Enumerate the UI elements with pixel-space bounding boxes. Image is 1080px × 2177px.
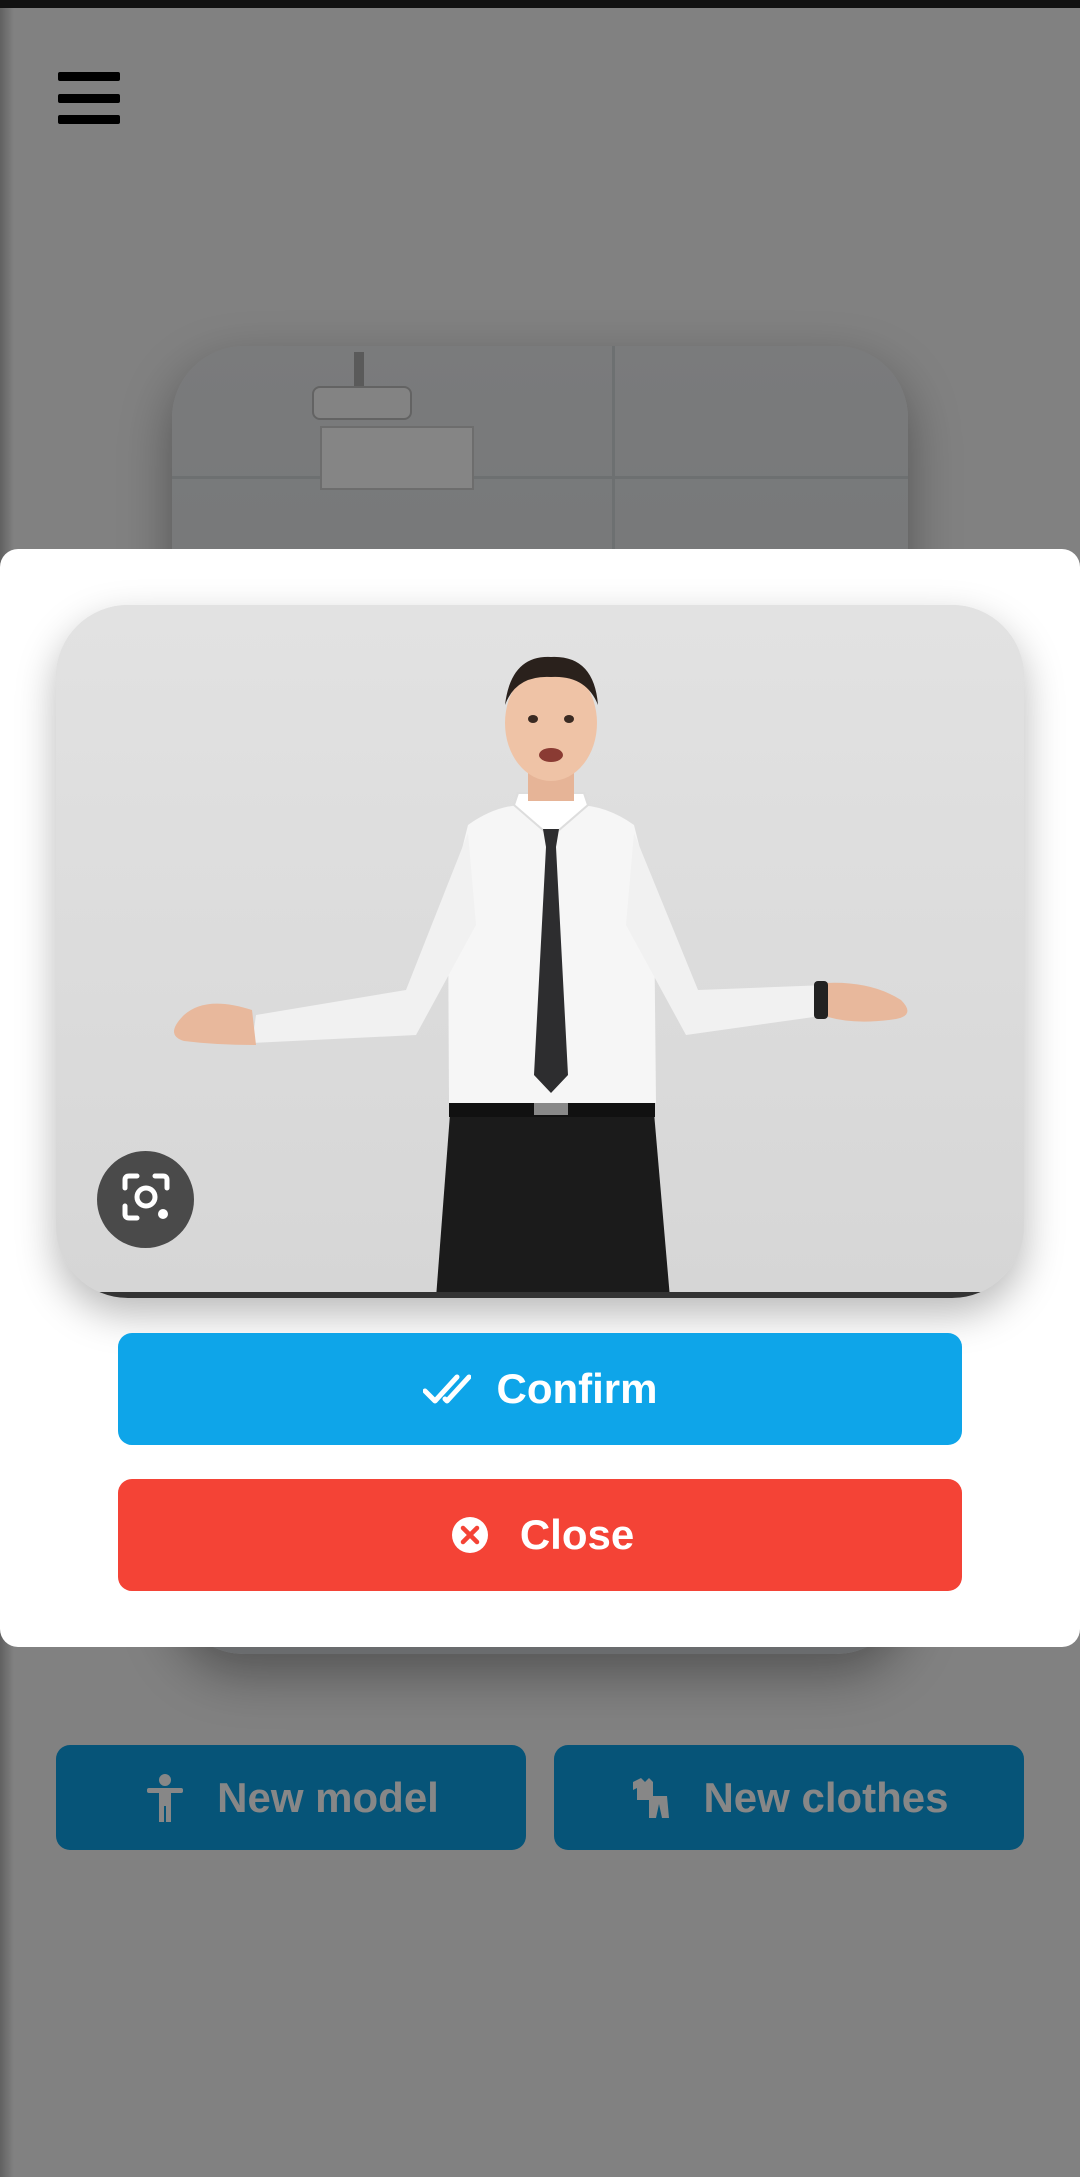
google-lens-icon <box>119 1170 173 1229</box>
double-check-icon <box>422 1365 471 1413</box>
close-label: Close <box>519 1511 635 1558</box>
google-lens-button[interactable] <box>97 1151 194 1248</box>
close-circle-icon <box>446 1511 494 1559</box>
confirm-label: Confirm <box>496 1365 658 1412</box>
man-in-shirt-and-tie-photo <box>56 605 1024 1298</box>
status-bar <box>0 0 1080 8</box>
close-button[interactable]: Close <box>118 1479 962 1591</box>
confirm-button[interactable]: Confirm <box>118 1333 962 1445</box>
model-photo <box>56 605 1024 1298</box>
confirm-photo-dialog: Confirm Close <box>0 549 1080 1647</box>
